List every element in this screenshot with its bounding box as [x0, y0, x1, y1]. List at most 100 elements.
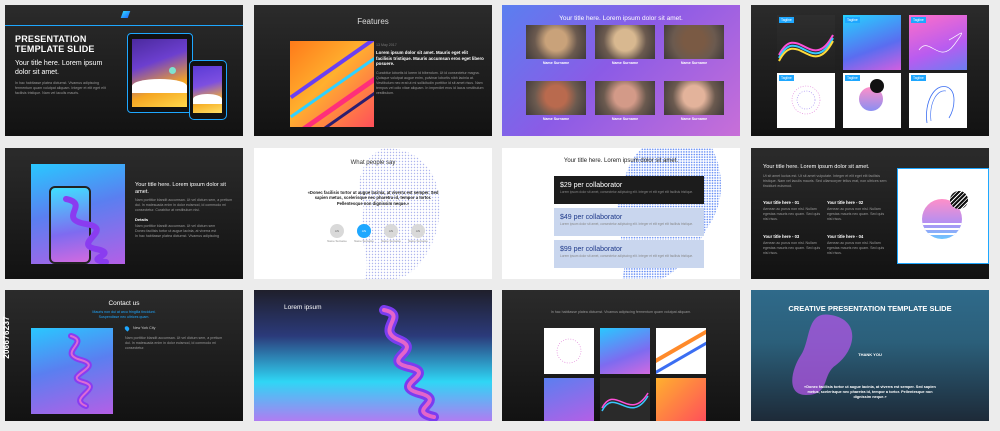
slide-features[interactable]: Features 13 May 2017 Lorem ipsum dolor s…	[254, 5, 492, 136]
rainbow-wave-icon	[778, 34, 834, 62]
team-member-card[interactable]: Name Surname	[595, 25, 655, 73]
slide-subtitle: Your title here. Lorem ipsum dolor sit a…	[15, 60, 103, 76]
gallery-tile-3[interactable]	[909, 15, 967, 70]
plan-price: $29 per collaborator	[560, 182, 623, 189]
divider	[5, 25, 243, 26]
plan-price: $99 per collaborator	[560, 246, 623, 253]
slide-title: Features	[357, 17, 389, 26]
avatar[interactable]: AN	[411, 224, 425, 238]
feature-item-text: Aenean ac purus non nisl. Nullam egestas…	[763, 207, 821, 221]
city-label: New York City	[133, 326, 156, 330]
testimonial-quote: «Donec facilisis tortor ut augue lacinia…	[307, 190, 439, 206]
thank-you-label: THANK YOU	[858, 352, 882, 357]
particle-burst-icon	[556, 338, 582, 364]
avatar-name: Name Surname	[381, 239, 401, 243]
slide-team[interactable]: Your title here. Lorem ipsum dolor sit a…	[502, 5, 740, 136]
portrait-photo	[664, 25, 724, 59]
feature-item-text: Aenean ac purus non nisl. Nullam egestas…	[827, 241, 885, 255]
portfolio-tile-6[interactable]	[656, 378, 706, 421]
plan-description: Lorem ipsum dolor sit amet, consectetur …	[560, 222, 694, 226]
slide-creative-closing[interactable]: CREATIVE PRESENTATION TEMPLATE SLIDE THA…	[751, 290, 989, 421]
portfolio-tile-4[interactable]	[544, 378, 594, 421]
team-member-card[interactable]: Name Surname	[526, 25, 586, 73]
purple-wave-icon	[63, 196, 109, 264]
avatar-name: Name Surname	[408, 239, 428, 243]
tagline-badge: Tagline	[779, 17, 794, 23]
member-name: Name Surname	[680, 61, 708, 65]
slide-title: Your title here. Lorem ipsum dolor sit a…	[135, 182, 226, 195]
slide-body: Nam porttitor blandit accumsan. Ut vel d…	[135, 198, 233, 212]
avatar[interactable]: AN	[330, 224, 344, 238]
fluid-wave-icon	[379, 305, 439, 421]
purple-wave-icon	[68, 333, 93, 409]
avatar[interactable]: AN	[384, 224, 398, 238]
tagline-badge: Tagline	[779, 75, 794, 81]
feature-body: Curabitur lobortis id lorem id bibendum.…	[376, 71, 484, 95]
details-label: Details	[135, 217, 149, 222]
portfolio-tile-2[interactable]	[600, 328, 650, 374]
slide-lorem-hero[interactable]: Lorem ipsum	[254, 290, 492, 421]
pricing-plan-card[interactable]: $49 per collaborator Lorem ipsum dolor si…	[554, 208, 704, 236]
tagline-badge: Tagline	[911, 17, 926, 23]
slide-title: Lorem ipsum	[284, 304, 322, 311]
slide-pricing[interactable]: Your title here. Lorem ipsum dolor sit a…	[502, 148, 740, 279]
portfolio-tile-1[interactable]	[544, 328, 594, 374]
gallery-tile-4[interactable]	[777, 73, 835, 128]
halftone-portrait-icon	[359, 148, 440, 279]
contact-lines: Mauris non dui at arcu fringilla tincidu…	[92, 310, 156, 319]
phone-artwork	[31, 164, 125, 264]
particle-burst-icon	[791, 85, 821, 115]
gallery-tile-5[interactable]	[843, 73, 901, 128]
sketch-portrait-icon	[926, 86, 955, 124]
contact-body: Nam porttitor blandit accumsan. Ut vel d…	[125, 336, 223, 350]
phone-mockup	[189, 60, 227, 120]
member-name: Name Surname	[542, 117, 570, 121]
portfolio-tile-5[interactable]	[600, 378, 650, 421]
tagline-badge: Tagline	[845, 75, 860, 81]
feature-item-title: Your title here - 02	[827, 200, 864, 205]
slide-title: Your title here. Lorem ipsum dolor sit a…	[559, 15, 683, 22]
portfolio-tile-3[interactable]	[656, 328, 706, 374]
team-member-card[interactable]: Name Surname	[526, 81, 586, 129]
member-name: Name Surname	[542, 61, 570, 65]
slide-phone-details[interactable]: Your title here. Lorem ipsum dolor sit a…	[5, 148, 243, 279]
team-member-card[interactable]: Name Surname	[664, 25, 724, 73]
slide-testimonials[interactable]: What people say «Donec facilisis tortor …	[254, 148, 492, 279]
slide-gallery[interactable]: Tagline Tagline Tagline Tagline Tagline Tagli…	[751, 5, 989, 136]
tagline-badge: Tagline	[911, 75, 926, 81]
gallery-tile-2[interactable]	[843, 15, 901, 70]
team-member-card[interactable]: Name Surname	[595, 81, 655, 129]
list-item: In hac habitasse platea dictumst. Vivamu…	[135, 234, 220, 238]
feature-item-text: Aenean ac purus non nisl. Nullam egestas…	[827, 207, 885, 221]
feature-heading: Lorem ipsum dolor sit amet. Mauris eget …	[376, 50, 484, 67]
gallery-tile-1[interactable]	[777, 15, 835, 70]
bullet-list: Nam porttitor blandit accumsan. Ut vel d…	[135, 224, 235, 239]
plan-description: Lorem ipsum dolor sit amet, consectetur …	[560, 254, 694, 258]
feature-item-title: Your title here - 03	[763, 234, 800, 239]
rainbow-wave-icon	[601, 392, 649, 412]
slide-body: In hac habitasse platea dictumst. Vivamu…	[15, 81, 106, 95]
slide-title: CREATIVE PRESENTATION TEMPLATE SLIDE	[788, 304, 952, 313]
slide-title: Your title here. Lorem ipsum dolor sit a…	[763, 164, 870, 170]
slide-features-grid[interactable]: Your title here. Lorem ipsum dolor sit a…	[751, 148, 989, 279]
gallery-tile-6[interactable]	[909, 73, 967, 128]
tagline-badge: Tagline	[845, 17, 860, 23]
slide-portfolio[interactable]: In hac habitasse platea dictumst. Vivamu…	[502, 290, 740, 421]
slide-title: Your title here. Lorem ipsum dolor sit a…	[563, 158, 679, 164]
portrait-photo	[595, 25, 655, 59]
plan-description: Lorem ipsum dolor sit amet, consectetur …	[560, 190, 694, 194]
tablet-mockup	[127, 33, 193, 113]
date: 13 May 2017	[376, 43, 397, 47]
slide-title: Contact us	[108, 300, 140, 307]
stock-id-watermark: 206676237	[2, 316, 11, 359]
slide-title: What people say	[350, 160, 396, 166]
slide-caption: In hac habitasse platea dictumst. Vivamu…	[550, 310, 692, 314]
phone-screen-art	[193, 66, 222, 113]
pricing-plan-card[interactable]: $29 per collaborator Lorem ipsum dolor si…	[554, 176, 704, 204]
slide-presentation-template[interactable]: PRESENTATION TEMPLATE SLIDE Your title h…	[5, 5, 243, 136]
team-member-card[interactable]: Name Surname	[664, 81, 724, 129]
feature-item-text: Aenean ac purus non nisl. Nullam egestas…	[763, 241, 821, 255]
avatar[interactable]: AN	[357, 224, 371, 238]
pricing-plan-card[interactable]: $99 per collaborator Lorem ipsum dolor si…	[554, 240, 704, 268]
slide-contact[interactable]: Contact us Mauris non dui at arcu fringi…	[5, 290, 243, 421]
